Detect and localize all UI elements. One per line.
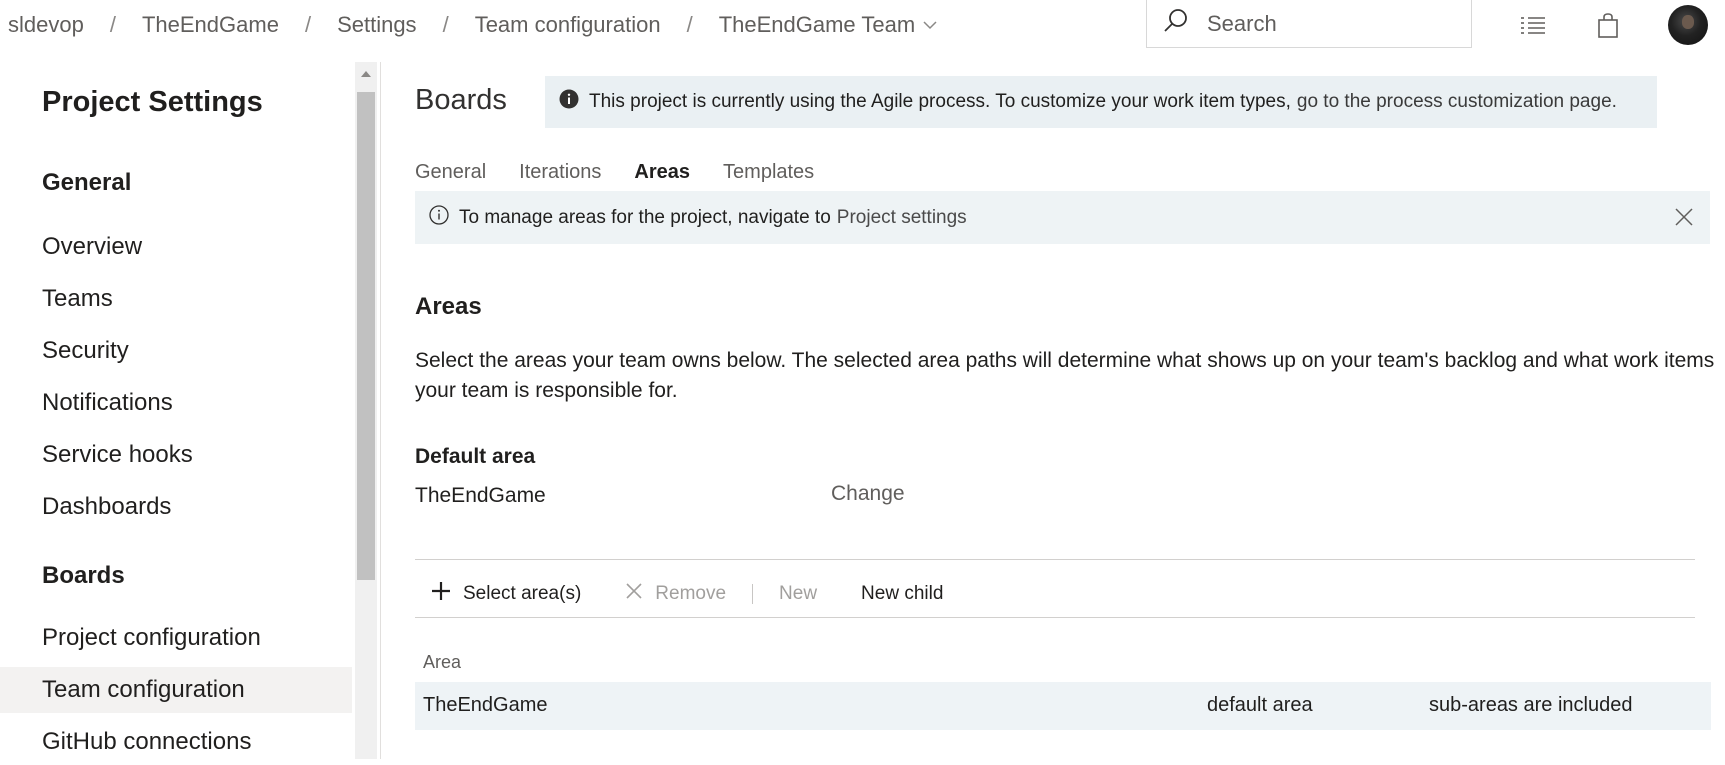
- area-type-cell: default area: [1207, 694, 1313, 716]
- main-content: Boards This project is currently using t…: [381, 56, 1725, 759]
- sidebar-title: Project Settings: [42, 86, 263, 118]
- sidebar-item-dashboards[interactable]: Dashboards: [0, 484, 352, 530]
- list-icon[interactable]: [1517, 10, 1549, 42]
- team-selector-label: TheEndGame Team: [718, 12, 916, 37]
- top-bar: sldevop / TheEndGame / Settings / Team c…: [0, 0, 1725, 56]
- toolbar-separator: [752, 584, 754, 604]
- shopping-bag-icon[interactable]: [1592, 10, 1624, 42]
- search-icon: [1163, 8, 1207, 40]
- areas-heading: Areas: [415, 293, 482, 320]
- sidebar-section-boards: Boards: [42, 562, 125, 589]
- plus-icon: [431, 581, 463, 607]
- table-row[interactable]: TheEndGame default area sub-areas are in…: [415, 682, 1711, 730]
- default-area-label: Default area: [415, 445, 536, 468]
- sidebar-item-service-hooks[interactable]: Service hooks: [0, 432, 352, 478]
- process-customization-link[interactable]: go to the process customization page.: [1297, 91, 1617, 113]
- scroll-up-arrow-icon[interactable]: [355, 66, 377, 80]
- tab-bar: General Iterations Areas Templates: [415, 152, 847, 192]
- new-child-button[interactable]: New child: [861, 583, 943, 605]
- areas-description: Select the areas your team owns below. T…: [415, 349, 1715, 402]
- chevron-down-icon: [923, 17, 937, 33]
- team-selector[interactable]: TheEndGame Team: [719, 12, 937, 38]
- breadcrumb-team-configuration[interactable]: Team configuration: [475, 12, 661, 38]
- sidebar-section-general: General: [42, 169, 132, 196]
- area-scope-cell: sub-areas are included: [1429, 694, 1633, 716]
- page-title: Boards: [415, 84, 507, 116]
- tab-iterations[interactable]: Iterations: [519, 161, 601, 184]
- breadcrumb-separator: /: [686, 12, 693, 37]
- search-input[interactable]: Search: [1146, 0, 1472, 48]
- tab-general[interactable]: General: [415, 161, 486, 184]
- sidebar-item-notifications[interactable]: Notifications: [0, 380, 352, 426]
- breadcrumb-separator: /: [109, 12, 116, 37]
- breadcrumb: sldevop / TheEndGame / Settings / Team c…: [8, 0, 937, 50]
- column-header-area: Area: [423, 652, 462, 672]
- sidebar-item-security[interactable]: Security: [0, 328, 352, 374]
- tab-templates[interactable]: Templates: [723, 161, 814, 184]
- manage-areas-banner: To manage areas for the project, navigat…: [415, 191, 1710, 244]
- process-info-banner: This project is currently using the Agil…: [545, 76, 1657, 128]
- scrollbar-thumb[interactable]: [357, 92, 375, 580]
- breadcrumb-project[interactable]: TheEndGame: [142, 12, 279, 38]
- select-areas-label: Select area(s): [463, 583, 582, 604]
- sidebar-item-teams[interactable]: Teams: [0, 276, 352, 322]
- sidebar-item-team-configuration[interactable]: Team configuration: [0, 667, 352, 713]
- sidebar-item-project-configuration[interactable]: Project configuration: [0, 615, 352, 661]
- sidebar-scrollbar[interactable]: [355, 62, 377, 759]
- sidebar: Project Settings General Overview Teams …: [0, 62, 355, 759]
- areas-toolbar: Select area(s) Remove New New child: [431, 570, 987, 618]
- remove-button[interactable]: Remove: [625, 582, 726, 606]
- breadcrumb-org[interactable]: sldevop: [8, 12, 84, 38]
- process-banner-text: This project is currently using the Agil…: [589, 91, 1291, 112]
- breadcrumb-separator: /: [442, 12, 449, 37]
- avatar[interactable]: [1668, 5, 1708, 45]
- divider: [415, 559, 1695, 560]
- close-icon[interactable]: [1672, 205, 1696, 229]
- tab-areas[interactable]: Areas: [634, 161, 690, 184]
- area-name-cell: TheEndGame: [423, 694, 548, 716]
- project-settings-link[interactable]: Project settings: [837, 207, 967, 229]
- breadcrumb-separator: /: [304, 12, 312, 37]
- sidebar-item-overview[interactable]: Overview: [0, 224, 352, 270]
- remove-label: Remove: [655, 583, 727, 604]
- default-area-value: TheEndGame: [415, 484, 546, 507]
- close-icon: [625, 582, 655, 606]
- divider: [415, 617, 1695, 618]
- select-areas-button[interactable]: Select area(s): [431, 581, 581, 607]
- sidebar-item-github-connections[interactable]: GitHub connections: [0, 719, 352, 765]
- info-icon: [429, 204, 449, 231]
- change-default-area-button[interactable]: Change: [831, 482, 905, 506]
- search-placeholder: Search: [1207, 10, 1277, 36]
- new-button[interactable]: New: [779, 583, 817, 605]
- info-icon: [559, 89, 579, 115]
- manage-banner-text: To manage areas for the project, navigat…: [459, 206, 831, 228]
- breadcrumb-settings[interactable]: Settings: [337, 12, 417, 38]
